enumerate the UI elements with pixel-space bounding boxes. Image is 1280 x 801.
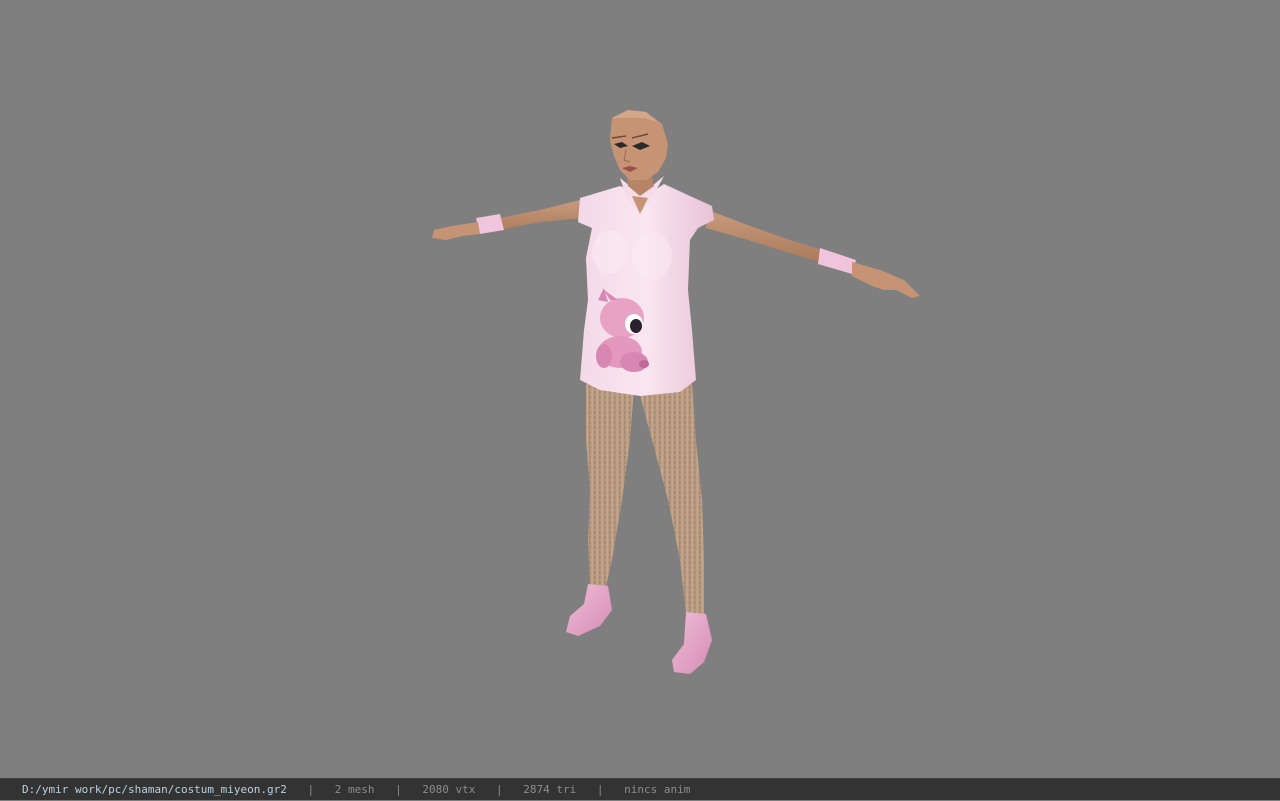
vertex-count-label: 2080 vtx [422, 783, 476, 796]
left-arm [432, 200, 582, 240]
status-bar: D:/ymir work/pc/shaman/costum_miyeon.gr2… [0, 778, 1280, 800]
3d-viewport[interactable] [0, 0, 1280, 778]
file-path-label: D:/ymir work/pc/shaman/costum_miyeon.gr2 [22, 783, 287, 796]
character-model[interactable] [0, 0, 1280, 778]
right-arm [706, 210, 920, 298]
status-separator: | [395, 783, 402, 796]
status-separator: | [596, 783, 604, 796]
status-separator: | [496, 783, 503, 796]
status-separator: | [307, 783, 315, 796]
head [610, 110, 668, 180]
mesh-count-label: 2 mesh [334, 783, 375, 796]
legs [586, 384, 704, 614]
animation-status-label: nincs anim [624, 783, 691, 796]
triangle-count-label: 2874 tri [523, 783, 577, 796]
